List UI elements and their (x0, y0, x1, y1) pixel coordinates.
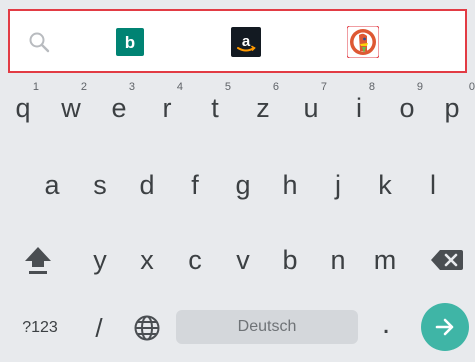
duckduckgo-icon[interactable] (346, 25, 380, 59)
key-label: e (111, 92, 127, 123)
key-e[interactable]: 3 e (96, 77, 142, 131)
key-label: c (188, 244, 202, 275)
key-q[interactable]: 1 q (0, 77, 46, 131)
key-s[interactable]: s (77, 154, 123, 208)
key-m[interactable]: m (362, 229, 408, 283)
key-label: o (399, 92, 415, 123)
key-j[interactable]: j (315, 154, 361, 208)
key-label: s (93, 169, 107, 200)
key-v[interactable]: v (220, 229, 266, 283)
key-label: z (256, 92, 270, 123)
key-label: t (211, 92, 219, 123)
shift-key[interactable] (15, 229, 61, 283)
key-label: r (162, 92, 172, 123)
symbols-key[interactable]: ?123 (15, 301, 65, 355)
key-hint: 1 (32, 81, 39, 93)
key-label: b (282, 244, 298, 275)
key-label: a (44, 169, 60, 200)
key-r[interactable]: 4 r (144, 77, 190, 131)
svg-text:a: a (242, 33, 251, 50)
svg-text:b: b (125, 33, 135, 52)
key-g[interactable]: g (220, 154, 266, 208)
key-label: h (282, 169, 298, 200)
backspace-icon (431, 250, 463, 270)
space-key-label: Deutsch (237, 318, 297, 335)
key-label: l (430, 169, 436, 200)
enter-key[interactable] (421, 303, 469, 351)
search-icon[interactable] (22, 25, 56, 59)
key-c[interactable]: c (172, 229, 218, 283)
key-x[interactable]: x (124, 229, 170, 283)
virtual-keyboard: 1 q 2 w 3 e 4 r 5 t 6 z 7 u 8 i 9 o 0 p … (0, 75, 475, 362)
symbols-key-label: ?123 (22, 319, 58, 336)
key-d[interactable]: d (124, 154, 170, 208)
key-u[interactable]: 7 u (288, 77, 334, 131)
key-hint: 4 (176, 81, 183, 93)
key-t[interactable]: 5 t (192, 77, 238, 131)
key-label: n (330, 244, 346, 275)
key-y[interactable]: y (77, 229, 123, 283)
key-label: k (378, 169, 392, 200)
screen: b a 1 q 2 w 3 e 4 r 5 t 6 z 7 u 8 i 9 o … (0, 0, 475, 362)
period-key[interactable]: . (363, 301, 409, 355)
key-label: j (335, 169, 341, 200)
key-hint: 2 (80, 81, 87, 93)
key-z[interactable]: 6 z (240, 77, 286, 131)
key-a[interactable]: a (29, 154, 75, 208)
key-hint: 9 (416, 81, 423, 93)
shift-icon (25, 247, 51, 274)
space-key[interactable]: Deutsch (176, 310, 358, 344)
key-label: f (191, 169, 199, 200)
globe-icon (134, 315, 160, 341)
slash-key-label: / (95, 313, 103, 343)
key-hint: 0 (468, 81, 475, 93)
key-label: w (61, 92, 81, 123)
slash-key[interactable]: / (76, 301, 122, 355)
key-hint: 5 (224, 81, 231, 93)
key-label: d (139, 169, 155, 200)
key-h[interactable]: h (267, 154, 313, 208)
language-key[interactable] (124, 301, 170, 355)
key-label: g (235, 169, 251, 200)
key-l[interactable]: l (410, 154, 456, 208)
arrow-right-icon (435, 318, 454, 336)
key-label: y (93, 244, 107, 275)
key-hint: 6 (272, 81, 279, 93)
amazon-icon[interactable]: a (229, 25, 263, 59)
key-hint: 3 (128, 81, 135, 93)
backspace-key[interactable] (422, 229, 472, 283)
key-label: m (373, 244, 397, 275)
key-w[interactable]: 2 w (48, 77, 94, 131)
key-i[interactable]: 8 i (336, 77, 382, 131)
bing-icon[interactable]: b (113, 25, 147, 59)
key-b[interactable]: b (267, 229, 313, 283)
key-label: u (303, 92, 319, 123)
key-label: v (236, 244, 250, 275)
key-f[interactable]: f (172, 154, 218, 208)
period-key-label: . (381, 307, 391, 340)
key-label: i (356, 92, 362, 123)
key-p[interactable]: 0 p (429, 77, 475, 131)
key-label: x (140, 244, 154, 275)
key-hint: 7 (320, 81, 327, 93)
key-label: q (15, 92, 31, 123)
key-n[interactable]: n (315, 229, 361, 283)
key-hint: 8 (368, 81, 375, 93)
key-label: p (444, 92, 460, 123)
firefox-icon[interactable] (459, 25, 465, 59)
key-k[interactable]: k (362, 154, 408, 208)
key-o[interactable]: 9 o (384, 77, 430, 131)
search-engine-bar: b a (8, 9, 467, 73)
